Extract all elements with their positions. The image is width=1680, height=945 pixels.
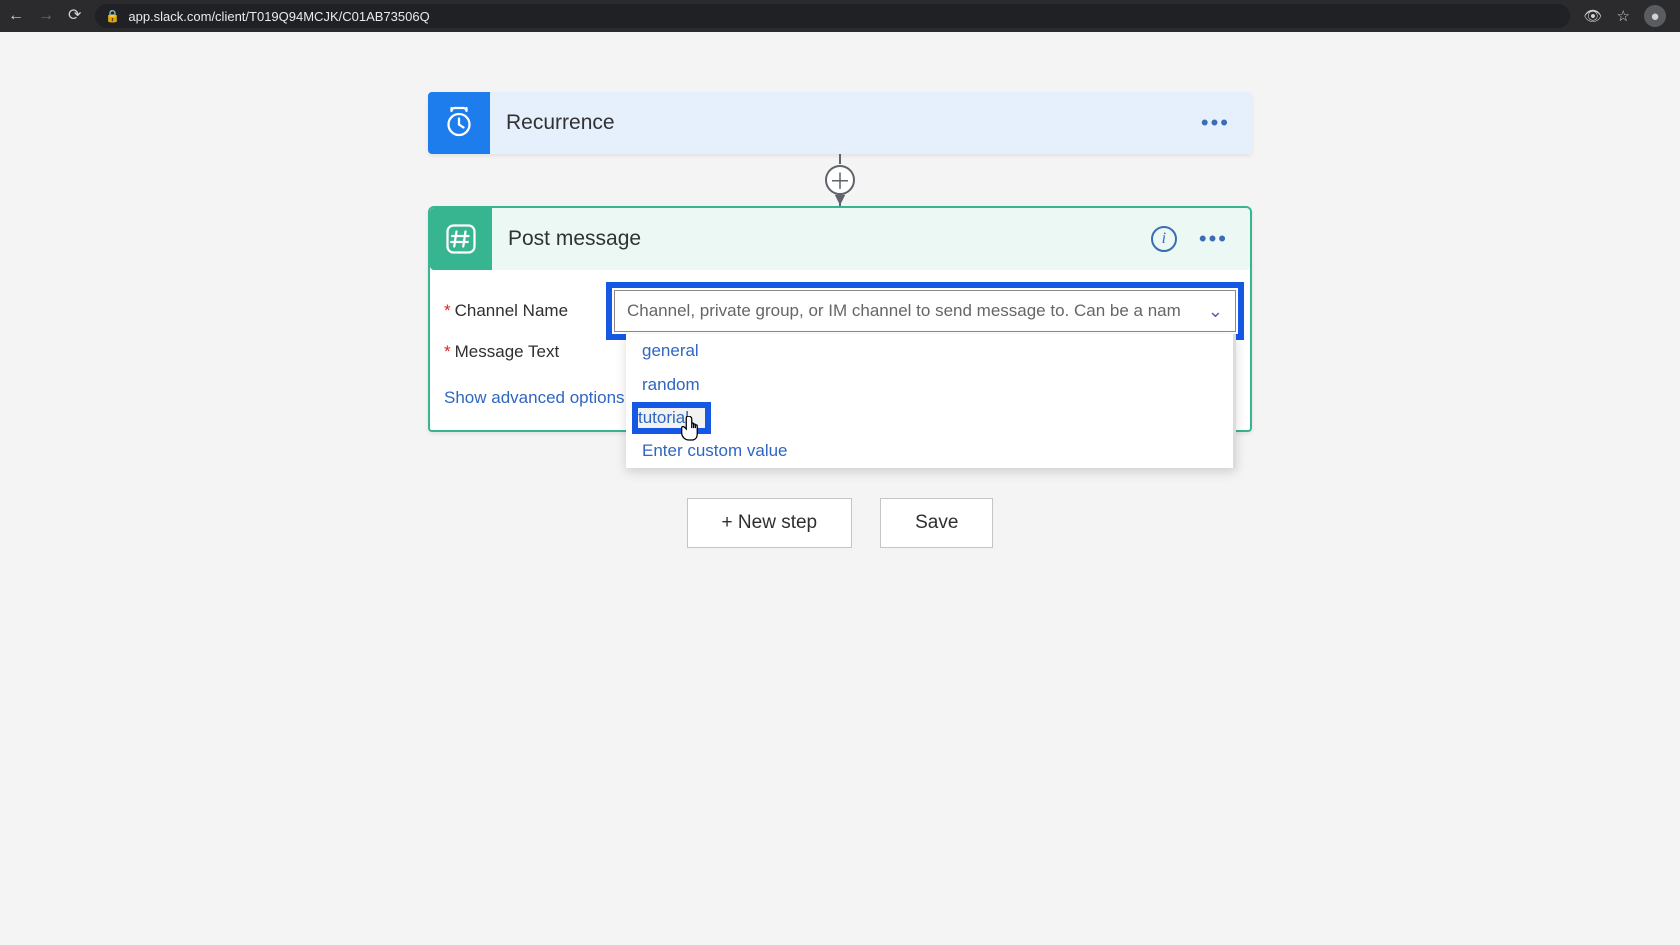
trigger-title: Recurrence (490, 111, 1201, 135)
save-button[interactable]: Save (880, 498, 993, 548)
action-body: * Channel Name Channel, private group, o… (430, 270, 1250, 430)
action-icon-box (430, 208, 492, 270)
message-text-label: * Message Text (444, 342, 614, 362)
trigger-recurrence-card[interactable]: Recurrence ••• (428, 92, 1252, 154)
star-icon[interactable]: ☆ (1617, 7, 1630, 25)
show-advanced-options-link[interactable]: Show advanced options ⌄ (444, 388, 645, 408)
slack-hash-icon (443, 221, 479, 257)
action-post-message-card: Post message i ••• * Channel Name Channe… (428, 206, 1252, 432)
row-channel-name: * Channel Name Channel, private group, o… (444, 290, 1236, 332)
channel-name-label: * Channel Name (444, 301, 614, 321)
trigger-icon-box (428, 92, 490, 154)
chevron-down-icon: ⌄ (1208, 301, 1223, 322)
required-marker: * (444, 342, 451, 362)
trigger-header[interactable]: Recurrence ••• (428, 92, 1252, 154)
label-text: Message Text (455, 342, 560, 362)
browser-right-icons: 👁 ☆ ● (1584, 5, 1673, 27)
trigger-actions: ••• (1201, 110, 1252, 136)
required-marker: * (444, 301, 451, 321)
action-menu-icon[interactable]: ••• (1199, 226, 1228, 252)
forward-icon: → (38, 8, 54, 24)
info-icon[interactable]: i (1151, 226, 1177, 252)
incognito-eye-icon[interactable]: 👁 (1584, 7, 1603, 25)
clock-icon (441, 105, 477, 141)
browser-bar: ← → ⟳ 🔒 app.slack.com/client/T019Q94MCJK… (0, 0, 1680, 32)
advanced-link-text: Show advanced options (444, 388, 625, 408)
connector-line (839, 154, 841, 164)
url-text: app.slack.com/client/T019Q94MCJK/C01AB73… (128, 9, 429, 24)
bottom-button-row: + New step Save (428, 498, 1252, 548)
lock-icon: 🔒 (105, 9, 120, 23)
new-step-button[interactable]: + New step (687, 498, 853, 548)
action-title: Post message (492, 227, 1151, 251)
connector-arrow-icon: ▼ (831, 190, 849, 208)
reload-icon[interactable]: ⟳ (68, 8, 81, 24)
profile-avatar[interactable]: ● (1644, 5, 1666, 27)
dropdown-option-general[interactable]: general (626, 334, 1233, 368)
channel-select-placeholder: Channel, private group, or IM channel to… (627, 301, 1181, 321)
channel-dropdown: general random tutorial Enter custom val… (626, 334, 1236, 468)
channel-name-select[interactable]: Channel, private group, or IM channel to… (614, 290, 1236, 332)
dropdown-option-random[interactable]: random (626, 368, 1233, 402)
trigger-menu-icon[interactable]: ••• (1201, 110, 1230, 136)
designer-page: Recurrence ••• ＋ ▼ (0, 32, 1680, 945)
back-icon[interactable]: ← (8, 8, 24, 24)
dropdown-enter-custom[interactable]: Enter custom value (626, 434, 1233, 468)
action-actions: i ••• (1151, 226, 1250, 252)
label-text: Channel Name (455, 301, 568, 321)
step-connector: ＋ ▼ (428, 154, 1252, 206)
dropdown-option-tutorial[interactable]: tutorial (634, 404, 709, 432)
address-bar[interactable]: 🔒 app.slack.com/client/T019Q94MCJK/C01AB… (95, 4, 1569, 28)
flow-canvas: Recurrence ••• ＋ ▼ (428, 92, 1252, 548)
action-header[interactable]: Post message i ••• (430, 208, 1250, 270)
